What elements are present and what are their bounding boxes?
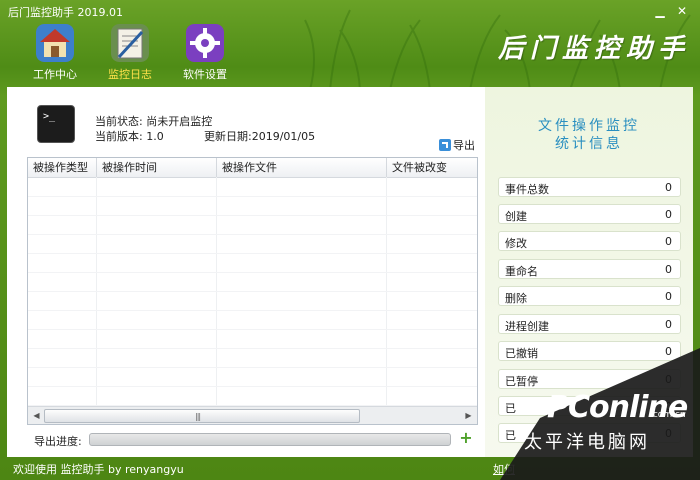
app-window: 后门监控助手 2019.01 ▁ ✕ 工作中心 监控日志 软件设置 后门监控助手… <box>0 0 700 480</box>
toolbar-work-center[interactable]: 工作中心 <box>25 22 85 82</box>
grip-icon: ||| <box>195 412 201 421</box>
stats-title-line1: 文件操作监控 <box>538 118 640 134</box>
stat-row: 进程创建 0 <box>498 314 681 334</box>
scroll-left-icon[interactable]: ◀ <box>30 409 43 422</box>
table-row <box>28 367 477 368</box>
stat-row: 创建 0 <box>498 204 681 224</box>
title-bar: 后门监控助手 2019.01 ▁ ✕ <box>0 0 700 22</box>
table-row <box>28 196 477 197</box>
stat-row: 事件总数 0 <box>498 177 681 197</box>
horizontal-scrollbar[interactable]: ◀ ||| ▶ <box>28 406 477 424</box>
table-row <box>28 215 477 216</box>
log-table[interactable]: 被操作类型 被操作时间 被操作文件 文件被改变 ◀ ||| ▶ <box>27 157 478 425</box>
stat-value: 0 <box>665 318 672 331</box>
stat-value: 0 <box>665 235 672 248</box>
terminal-glyph: >_ <box>43 111 56 122</box>
watermark-domain: .com.cn <box>650 410 686 420</box>
stat-value: 0 <box>665 263 672 276</box>
table-row <box>28 386 477 387</box>
close-button[interactable]: ✕ <box>674 3 690 19</box>
stat-value: 0 <box>665 208 672 221</box>
stat-value: 0 <box>665 290 672 303</box>
stat-row: 修改 0 <box>498 231 681 251</box>
table-header: 被操作类型 被操作时间 被操作文件 文件被改变 <box>28 158 477 178</box>
minimize-button[interactable]: ▁ <box>652 3 668 19</box>
export-progress-label: 导出进度: <box>34 435 82 448</box>
table-row <box>28 329 477 330</box>
column-header[interactable]: 被操作文件 <box>217 158 387 177</box>
stat-label: 删除 <box>505 292 527 305</box>
toolbar-label: 监控日志 <box>108 68 152 81</box>
toolbar-label: 工作中心 <box>33 68 77 81</box>
monitor-status: 当前状态: 尚未开启监控 <box>95 115 213 128</box>
export-progress-bar <box>89 433 451 446</box>
stat-label: 重命名 <box>505 265 538 278</box>
stat-row: 重命名 0 <box>498 259 681 279</box>
export-label: 导出 <box>453 139 475 152</box>
toolbar-settings[interactable]: 软件设置 <box>175 22 235 82</box>
scrollbar-thumb[interactable]: ||| <box>44 409 360 423</box>
table-row <box>28 291 477 292</box>
table-row <box>28 310 477 311</box>
add-icon[interactable]: + <box>459 430 473 446</box>
column-header[interactable]: 文件被改变 <box>387 158 477 177</box>
stats-title: 文件操作监控 统计信息 <box>485 117 693 153</box>
house-icon <box>36 24 74 62</box>
footer-text: 欢迎使用 监控助手 by renyangyu <box>13 463 184 476</box>
stat-row: 删除 0 <box>498 286 681 306</box>
toolbar-monitor-log[interactable]: 监控日志 <box>100 22 160 82</box>
column-header[interactable]: 被操作类型 <box>28 158 97 177</box>
update-date: 更新日期:2019/01/05 <box>204 130 316 143</box>
stat-label: 创建 <box>505 210 527 223</box>
table-row <box>28 348 477 349</box>
table-row <box>28 234 477 235</box>
table-row <box>28 253 477 254</box>
window-title: 后门监控助手 2019.01 <box>8 6 123 19</box>
scroll-right-icon[interactable]: ▶ <box>462 409 475 422</box>
table-row <box>28 272 477 273</box>
watermark-cn: 太平洋电脑网 <box>524 432 650 453</box>
toolbar-label: 软件设置 <box>183 68 227 81</box>
export-button[interactable]: 导出 <box>439 137 475 153</box>
export-icon <box>439 139 451 151</box>
watermark: PConline .com.cn 太平洋电脑网 <box>500 348 700 480</box>
log-icon <box>111 24 149 62</box>
brand-title: 后门监控助手 <box>498 34 691 64</box>
stat-label: 修改 <box>505 237 527 250</box>
stats-title-line2: 统计信息 <box>555 136 623 152</box>
stat-label: 进程创建 <box>505 320 549 333</box>
stat-value: 0 <box>665 181 672 194</box>
column-header[interactable]: 被操作时间 <box>97 158 217 177</box>
log-panel: >_ 当前状态: 尚未开启监控 当前版本: 1.0 更新日期:2019/01/0… <box>7 87 485 457</box>
stat-label: 事件总数 <box>505 183 549 196</box>
terminal-icon: >_ <box>37 105 75 143</box>
version-text: 当前版本: 1.0 <box>95 130 164 143</box>
gear-icon <box>186 24 224 62</box>
